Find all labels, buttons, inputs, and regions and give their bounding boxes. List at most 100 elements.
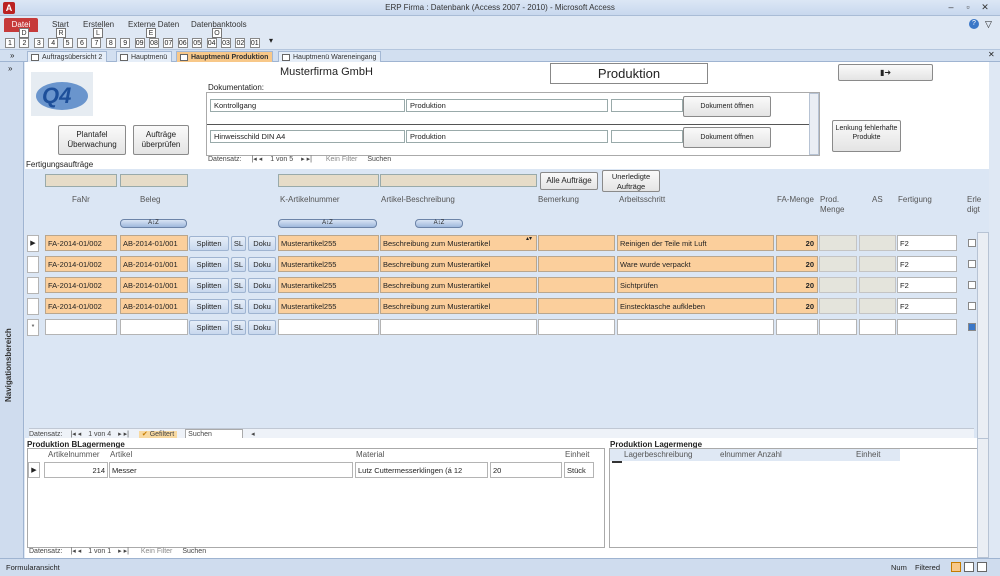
record-position[interactable]: 1 von 5 — [270, 156, 293, 163]
sl-button[interactable]: SL — [231, 299, 246, 314]
artikel-field[interactable]: Messer — [109, 462, 353, 478]
filter-status[interactable]: Kein Filter — [141, 548, 173, 555]
new-record-field[interactable] — [617, 319, 774, 335]
open-document-button[interactable]: Dokument öffnen — [683, 96, 771, 117]
prev-record-icon[interactable]: ◂ — [78, 548, 82, 555]
design-view-icon[interactable] — [977, 562, 987, 572]
record-selector[interactable] — [27, 298, 39, 315]
new-record-field[interactable] — [819, 319, 857, 335]
first-record-icon[interactable]: |◂ — [70, 548, 75, 555]
artikelnummer-field[interactable]: 214 — [44, 462, 108, 478]
new-record-field[interactable] — [538, 319, 615, 335]
erledigt-checkbox[interactable] — [968, 302, 976, 310]
plantafel-button[interactable]: Plantafel Überwachung — [58, 125, 126, 155]
quick-access-key[interactable]: 2 — [19, 38, 30, 48]
fanr-field[interactable]: FA-2014-01/002 — [45, 277, 117, 293]
arbeitsschritt-field[interactable]: Sichtprüfen — [617, 277, 774, 293]
record-selector[interactable] — [27, 277, 39, 294]
quick-access-key[interactable]: 09 — [134, 38, 145, 48]
einheit-field[interactable]: Stück — [564, 462, 594, 478]
last-record-icon[interactable]: ▸| — [307, 156, 312, 163]
erledigt-checkbox[interactable] — [968, 281, 976, 289]
artikelnummer-field[interactable]: Musterartikel255 — [278, 277, 379, 293]
quick-access-key[interactable]: 05 — [192, 38, 203, 48]
search-box[interactable]: Suchen — [367, 156, 391, 163]
datasheet-view-icon[interactable] — [964, 562, 974, 572]
sl-button[interactable]: SL — [231, 236, 246, 251]
beschreibung-field[interactable]: Beschreibung zum Musterartikel — [380, 235, 537, 251]
erledigt-checkbox[interactable] — [968, 239, 976, 247]
close-tab-icon[interactable]: ✕ — [988, 50, 995, 59]
bottom-scrollbar[interactable] — [977, 438, 989, 558]
prod-menge-field[interactable] — [819, 256, 857, 272]
beschreibung-field[interactable]: Beschreibung zum Musterartikel — [380, 256, 537, 272]
filter-status[interactable]: Kein Filter — [326, 156, 358, 163]
bemerkung-field[interactable] — [538, 298, 615, 314]
fa-menge-field[interactable]: 20 — [776, 277, 818, 293]
tab-hauptmenue-wareneingang[interactable]: Hauptmenü Wareneingang — [278, 51, 382, 62]
as-field[interactable] — [859, 235, 896, 251]
prod-menge-field[interactable] — [819, 277, 857, 293]
form-view-icon[interactable] — [951, 562, 961, 572]
tab-hauptmenue-produktion[interactable]: Hauptmenü Produktion — [176, 51, 274, 62]
sl-button[interactable]: SL — [231, 320, 246, 335]
expand-nav-icon[interactable]: » — [8, 64, 12, 73]
prod-menge-field[interactable] — [819, 235, 857, 251]
quick-access-key[interactable]: 08 — [149, 38, 159, 48]
artikelnummer-field[interactable]: Musterartikel255 — [278, 235, 379, 251]
filter-beschreibung[interactable] — [380, 174, 537, 187]
material-field[interactable]: Lutz Cuttermesserklingen (á 12 — [355, 462, 488, 478]
beleg-field[interactable]: AB-2014-01/001 — [120, 277, 188, 293]
help-icon[interactable]: ? — [969, 19, 979, 29]
doku-button[interactable]: Doku — [248, 236, 276, 251]
maximize-icon[interactable]: ▫ — [961, 1, 975, 13]
bemerkung-field[interactable] — [538, 277, 615, 293]
doku-button[interactable]: Doku — [248, 257, 276, 272]
next-record-icon[interactable]: ▸ — [118, 548, 122, 555]
sort-beleg-button[interactable]: A↕Z — [120, 219, 187, 228]
quick-access-key[interactable]: 8 — [105, 38, 116, 48]
quick-access-key[interactable]: 4 — [48, 38, 59, 48]
navigation-pane[interactable]: » Navigationsbereich — [0, 62, 24, 558]
doc-path-field[interactable] — [611, 99, 683, 112]
arbeitsschritt-field[interactable]: Ware wurde verpackt — [617, 256, 774, 272]
new-record-field[interactable] — [859, 319, 896, 335]
quick-access-key[interactable]: 6 — [77, 38, 87, 48]
filter-fanr[interactable] — [45, 174, 117, 187]
doc-area-field[interactable]: Produktion — [406, 130, 608, 143]
minimize-ribbon-icon[interactable]: ▽ — [985, 19, 992, 30]
new-record-field[interactable] — [776, 319, 818, 335]
artikelnummer-field[interactable]: Musterartikel255 — [278, 256, 379, 272]
doc-path-field[interactable] — [611, 130, 683, 143]
record-position[interactable]: 1 von 4 — [88, 431, 111, 438]
quick-access-key[interactable]: 9 — [120, 38, 131, 48]
spinner-icon[interactable]: ▴▾ — [526, 236, 532, 242]
doku-button[interactable]: Doku — [248, 320, 276, 335]
unerledigte-auftraege-button[interactable]: Unerledigte Aufträge — [602, 170, 660, 192]
quick-access-key[interactable]: 3 — [33, 38, 44, 48]
next-record-icon[interactable]: ▸ — [118, 431, 122, 438]
splitten-button[interactable]: Splitten — [189, 278, 229, 293]
artikelnummer-field[interactable]: Musterartikel255 — [278, 298, 379, 314]
quick-access-key[interactable]: 5 — [62, 38, 73, 48]
exit-button[interactable]: ▮➜ — [838, 64, 933, 81]
fanr-field[interactable]: FA-2014-01/002 — [45, 256, 117, 272]
beleg-field[interactable]: AB-2014-01/001 — [120, 256, 188, 272]
doc-scrollbar[interactable] — [809, 93, 819, 155]
quick-access-key[interactable]: 03 — [221, 38, 231, 48]
splitten-button[interactable]: Splitten — [189, 299, 229, 314]
last-record-icon[interactable]: ▸| — [124, 548, 129, 555]
tab-scroll-icon[interactable]: » — [10, 51, 14, 60]
splitten-button[interactable]: Splitten — [189, 257, 229, 272]
new-record-field[interactable] — [45, 319, 117, 335]
customize-qat-icon[interactable]: ▾ — [269, 36, 273, 45]
bemerkung-field[interactable] — [538, 235, 615, 251]
filter-status[interactable]: ✔ Gefiltert — [138, 431, 178, 438]
last-record-icon[interactable]: ▸| — [124, 431, 129, 438]
quick-access-key[interactable]: 06 — [177, 38, 188, 48]
arbeitsschritt-field[interactable]: Reinigen der Teile mit Luft — [617, 235, 774, 251]
splitten-button[interactable]: Splitten — [189, 236, 229, 251]
new-record-field[interactable] — [380, 319, 537, 335]
sort-artnr-button[interactable]: A↕Z — [278, 219, 377, 228]
minimize-icon[interactable]: – — [944, 1, 958, 13]
